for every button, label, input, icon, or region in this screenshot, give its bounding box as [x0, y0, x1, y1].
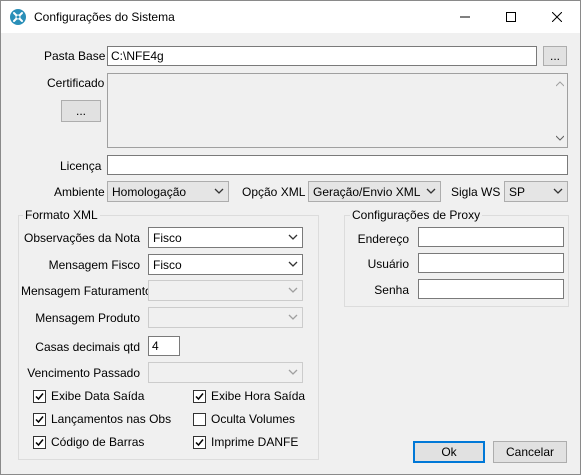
checkmark-icon	[35, 438, 44, 446]
checkbox-box[interactable]	[33, 389, 46, 403]
codigo-barras-checkbox[interactable]: Código de Barras	[33, 435, 144, 449]
chevron-down-icon	[288, 369, 298, 375]
chevron-down-icon	[426, 188, 436, 194]
checkmark-icon	[35, 392, 44, 400]
sigla-ws-label: Sigla WS	[451, 185, 501, 199]
vencimento-select[interactable]	[148, 362, 303, 383]
endereco-label: Endereço	[357, 232, 409, 246]
codigo-barras-label: Código de Barras	[51, 435, 145, 449]
endereco-input[interactable]	[418, 227, 564, 247]
usuario-label: Usuário	[367, 257, 409, 271]
ambiente-select[interactable]: Homologação	[107, 181, 229, 202]
formato-xml-title: Formato XML	[23, 208, 100, 222]
imprime-danfe-checkbox[interactable]: Imprime DANFE	[193, 435, 298, 449]
scroll-down-icon[interactable]	[556, 135, 564, 141]
checkmark-icon	[195, 438, 204, 446]
ambiente-label: Ambiente	[54, 185, 105, 199]
imprime-danfe-label: Imprime DANFE	[211, 435, 299, 449]
msg-fisco-value: Fisco	[153, 258, 182, 272]
senha-input[interactable]	[418, 279, 564, 299]
oculta-volumes-label: Oculta Volumes	[211, 412, 296, 426]
certificado-memo[interactable]	[107, 73, 568, 148]
checkmark-icon	[35, 415, 44, 423]
chevron-down-icon	[288, 287, 298, 293]
lancamentos-obs-checkbox[interactable]: Lançamentos nas Obs	[33, 412, 171, 426]
casas-decimais-input[interactable]: 4	[148, 336, 180, 356]
obs-nota-value: Fisco	[153, 231, 182, 245]
chevron-down-icon	[214, 188, 224, 194]
maximize-icon	[506, 12, 516, 22]
pasta-base-input[interactable]: C:\NFE4g	[107, 46, 537, 66]
close-button[interactable]	[534, 1, 580, 33]
window-title: Configurações do Sistema	[34, 10, 175, 24]
sigla-ws-value: SP	[509, 185, 526, 199]
exibe-data-saida-checkbox[interactable]: Exibe Data Saída	[33, 389, 144, 403]
licenca-label: Licença	[60, 159, 102, 173]
ok-button[interactable]: Ok	[413, 441, 485, 463]
licenca-input[interactable]	[107, 155, 568, 175]
exibe-hora-saida-checkbox[interactable]: Exibe Hora Saída	[193, 389, 305, 403]
settings-dialog: Configurações do Sistema Pasta Base C:\N…	[0, 0, 581, 475]
usuario-input[interactable]	[418, 253, 564, 273]
oculta-volumes-checkbox[interactable]: Oculta Volumes	[193, 412, 295, 426]
checkbox-box[interactable]	[33, 412, 46, 426]
scroll-up-icon[interactable]	[556, 81, 564, 87]
msg-produto-select[interactable]	[148, 307, 303, 328]
lancamentos-obs-label: Lançamentos nas Obs	[51, 412, 172, 426]
obs-nota-label: Observações da Nota	[24, 231, 141, 245]
checkbox-box[interactable]	[193, 412, 206, 426]
checkbox-box[interactable]	[33, 435, 46, 449]
msg-fisco-label: Mensagem Fisco	[48, 258, 140, 272]
proxy-title: Configurações de Proxy	[350, 208, 483, 222]
certificado-select-button[interactable]: ...	[61, 100, 101, 122]
checkbox-box[interactable]	[193, 389, 206, 403]
maximize-button[interactable]	[488, 1, 534, 33]
msg-faturamento-label: Mensagem Faturamento	[21, 284, 152, 298]
checkbox-box[interactable]	[193, 435, 206, 449]
sigla-ws-select[interactable]: SP	[504, 181, 568, 202]
cancel-button[interactable]: Cancelar	[493, 441, 567, 463]
chevron-down-icon	[288, 314, 298, 320]
exibe-hora-saida-label: Exibe Hora Saída	[211, 389, 306, 403]
msg-produto-label: Mensagem Produto	[35, 311, 140, 325]
browse-folder-button[interactable]: ...	[543, 46, 567, 66]
senha-label: Senha	[374, 283, 409, 297]
close-icon	[552, 12, 562, 22]
opcao-xml-select[interactable]: Geração/Envio XML	[308, 181, 441, 202]
checkmark-icon	[195, 392, 204, 400]
chevron-down-icon	[288, 234, 298, 240]
minimize-icon	[460, 16, 470, 18]
title-bar[interactable]: Configurações do Sistema	[1, 1, 580, 33]
ambiente-value: Homologação	[112, 185, 187, 199]
chevron-down-icon	[553, 188, 563, 194]
vencimento-label: Vencimento Passado	[27, 366, 140, 380]
pasta-base-label: Pasta Base	[44, 49, 106, 63]
msg-faturamento-select[interactable]	[148, 280, 303, 301]
opcao-xml-label: Opção XML	[242, 185, 306, 199]
opcao-xml-value: Geração/Envio XML	[313, 185, 421, 199]
certificado-label: Certificado	[47, 76, 105, 90]
casas-decimais-label: Casas decimais qtd	[35, 340, 140, 354]
exibe-data-saida-label: Exibe Data Saída	[51, 389, 145, 403]
msg-fisco-select[interactable]: Fisco	[148, 254, 303, 275]
obs-nota-select[interactable]: Fisco	[148, 227, 303, 248]
tools-icon	[10, 9, 26, 25]
chevron-down-icon	[288, 261, 298, 267]
minimize-button[interactable]	[442, 1, 488, 33]
